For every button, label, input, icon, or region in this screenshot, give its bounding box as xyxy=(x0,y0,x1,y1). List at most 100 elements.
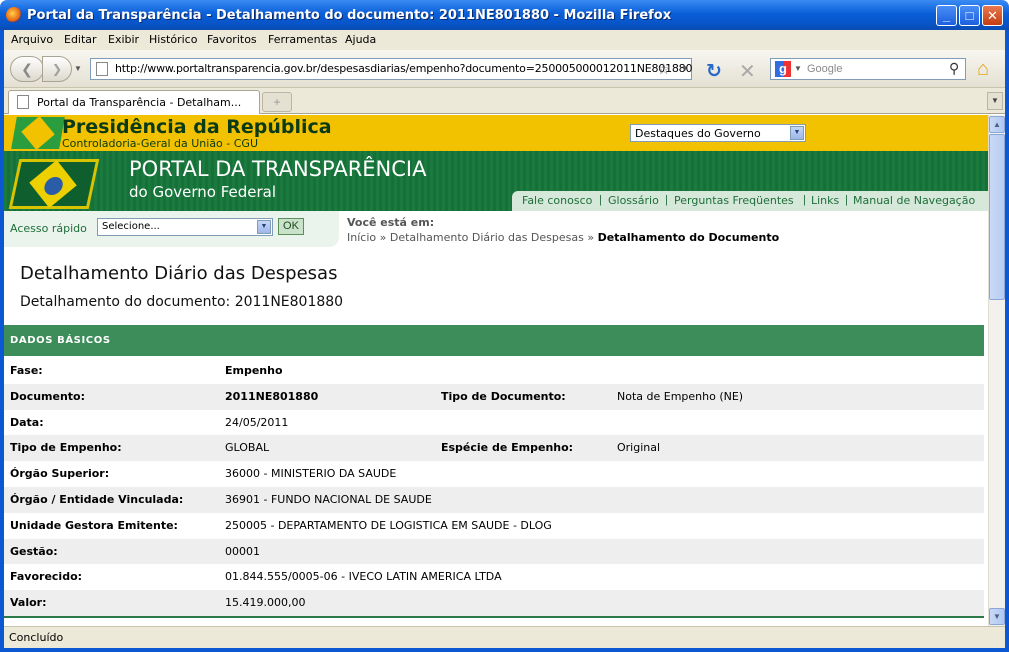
reload-icon[interactable]: ↻ xyxy=(706,60,722,83)
link-glossario[interactable]: Glossário xyxy=(608,194,659,207)
maximize-button[interactable]: □ xyxy=(959,5,980,26)
scroll-down-icon[interactable]: ▼ xyxy=(989,608,1005,625)
url-text[interactable]: http://www.portaltransparencia.gov.br/de… xyxy=(115,62,692,75)
row-value: 24/05/2011 xyxy=(225,415,289,429)
menu-ferramentas[interactable]: Ferramentas xyxy=(268,33,337,46)
scrollbar-thumb[interactable] xyxy=(989,134,1005,300)
row-value: 36901 - FUNDO NACIONAL DE SAUDE xyxy=(225,492,432,506)
row-label: Documento: xyxy=(10,389,86,403)
row-label: Gestão: xyxy=(10,544,58,558)
quick-access-value: Selecione... xyxy=(102,221,160,232)
link-links[interactable]: Links xyxy=(811,194,839,207)
tab-portal[interactable]: Portal da Transparência - Detalham... xyxy=(8,90,260,114)
row-value: 36000 - MINISTERIO DA SAUDE xyxy=(225,467,397,481)
minimize-button[interactable]: _ xyxy=(936,5,957,26)
row-label: Data: xyxy=(10,415,44,429)
navigation-toolbar: ❮ ❯ ▼ http://www.portaltransparencia.gov… xyxy=(4,50,1005,88)
table-row: Unidade Gestora Emitente: 250005 - DEPAR… xyxy=(4,513,984,539)
address-bar[interactable]: http://www.portaltransparencia.gov.br/de… xyxy=(90,58,692,80)
scroll-up-icon[interactable]: ▲ xyxy=(989,116,1005,133)
tab-page-icon xyxy=(17,95,29,109)
search-engine-dropdown-icon[interactable]: ▼ xyxy=(794,64,802,73)
chevron-down-icon[interactable]: ▼ xyxy=(257,220,271,234)
row-label: Órgão Superior: xyxy=(10,467,110,481)
table-row: Favorecido: 01.844.555/0005-06 - IVECO L… xyxy=(4,564,984,590)
menu-historico[interactable]: Histórico xyxy=(149,33,197,46)
quick-access-panel: Acesso rápido Selecione... ▼ OK xyxy=(4,211,339,247)
destaques-select[interactable]: Destaques do Governo ▼ xyxy=(630,124,806,142)
top-links: Fale conosco | Glossário | Perguntas Fre… xyxy=(512,191,988,211)
table-row: Órgão Superior: 36000 - MINISTERIO DA SA… xyxy=(4,461,984,487)
url-dropdown-icon[interactable]: ▼ xyxy=(681,64,689,73)
link-separator: | xyxy=(665,194,668,206)
tab-strip: Portal da Transparência - Detalham... + … xyxy=(4,88,1005,114)
status-text: Concluído xyxy=(9,631,64,644)
breadcrumb-separator: » xyxy=(379,231,387,244)
window-frame-bottom xyxy=(0,648,1009,652)
presidencia-title[interactable]: Presidência da República xyxy=(62,116,332,138)
portal-title[interactable]: PORTAL DA TRANSPARÊNCIA xyxy=(129,157,427,181)
menu-bar: Arquivo Editar Exibir Histórico Favorito… xyxy=(4,30,1005,50)
table-row: Data: 24/05/2011 xyxy=(4,410,984,436)
stop-icon[interactable]: ✕ xyxy=(739,59,756,84)
row-value-2: Original xyxy=(617,441,661,455)
search-placeholder[interactable]: Google xyxy=(807,63,842,75)
menu-arquivo[interactable]: Arquivo xyxy=(11,33,53,46)
section-title: DADOS BÁSICOS xyxy=(10,335,111,346)
menu-favoritos[interactable]: Favoritos xyxy=(207,33,257,46)
menu-ajuda[interactable]: Ajuda xyxy=(345,33,376,46)
history-dropdown-icon[interactable]: ▼ xyxy=(74,64,82,73)
table-row: Tipo de Empenho: GLOBAL Espécie de Empen… xyxy=(4,435,984,462)
back-button[interactable]: ❮ xyxy=(10,56,44,82)
table-row: Gestão: 00001 xyxy=(4,538,984,565)
row-value: 01.844.555/0005-06 - IVECO LATIN AMERICA… xyxy=(225,570,502,584)
search-box[interactable]: g ▼ Google ⚲ xyxy=(770,58,966,80)
row-label: Órgão / Entidade Vinculada: xyxy=(10,492,184,506)
vertical-scrollbar[interactable]: ▲ ▼ xyxy=(988,115,1005,626)
link-fale-conosco[interactable]: Fale conosco xyxy=(522,194,592,207)
chevron-down-icon[interactable]: ▼ xyxy=(790,126,804,140)
quick-access-select[interactable]: Selecione... ▼ xyxy=(97,218,273,236)
row-label: Unidade Gestora Emitente: xyxy=(10,518,178,532)
breadcrumb-separator: » xyxy=(587,231,595,244)
row-value: 15.419.000,00 xyxy=(225,596,306,610)
tab-list-dropdown-icon[interactable]: ▼ xyxy=(987,92,1003,110)
menu-exibir[interactable]: Exibir xyxy=(108,33,139,46)
row-label: Valor: xyxy=(10,596,47,610)
row-label: Fase: xyxy=(10,364,43,377)
row-value: 250005 - DEPARTAMENTO DE LOGISTICA EM SA… xyxy=(225,518,552,532)
link-manual[interactable]: Manual de Navegação xyxy=(853,194,975,207)
row-label-2: Tipo de Documento: xyxy=(441,389,566,403)
table-bottom-divider xyxy=(4,616,984,618)
row-label-2: Espécie de Empenho: xyxy=(441,441,574,455)
new-tab-button[interactable]: + xyxy=(262,92,292,112)
search-icon[interactable]: ⚲ xyxy=(949,60,959,77)
row-value: GLOBAL xyxy=(225,441,270,455)
table-row: Órgão / Entidade Vinculada: 36901 - FUND… xyxy=(4,486,984,513)
row-value: 00001 xyxy=(225,544,260,558)
breadcrumb-despesas[interactable]: Detalhamento Diário das Despesas xyxy=(390,231,584,244)
forward-button[interactable]: ❯ xyxy=(42,56,72,82)
row-label: Tipo de Empenho: xyxy=(10,441,122,455)
portal-logo-icon[interactable] xyxy=(8,159,100,209)
close-button[interactable]: ✕ xyxy=(982,5,1003,26)
row-value-2: Nota de Empenho (NE) xyxy=(617,389,744,403)
ok-button[interactable]: OK xyxy=(278,218,304,235)
google-icon[interactable]: g xyxy=(775,61,791,77)
section-header-dados-basicos: DADOS BÁSICOS xyxy=(4,325,984,356)
details-table: Fase: Empenho Documento: 2011NE801880 Ti… xyxy=(4,358,984,616)
breadcrumb-inicio[interactable]: Início xyxy=(347,231,376,244)
tab-label[interactable]: Portal da Transparência - Detalham... xyxy=(37,96,241,109)
home-icon[interactable]: ⌂ xyxy=(977,58,989,81)
breadcrumb: Início » Detalhamento Diário das Despesa… xyxy=(347,231,779,244)
link-perguntas[interactable]: Perguntas Freqüentes xyxy=(674,194,794,207)
breadcrumb-current: Detalhamento do Documento xyxy=(597,231,780,244)
window-frame-right xyxy=(1005,30,1009,652)
menu-editar[interactable]: Editar xyxy=(64,33,97,46)
page-icon xyxy=(96,62,108,76)
bookmark-star-icon[interactable]: ☆ xyxy=(657,60,670,78)
row-value: Empenho xyxy=(225,364,283,377)
row-label: Favorecido: xyxy=(10,570,83,584)
breadcrumb-label: Você está em: xyxy=(347,216,435,229)
table-row: Documento: 2011NE801880 Tipo de Document… xyxy=(4,383,984,410)
